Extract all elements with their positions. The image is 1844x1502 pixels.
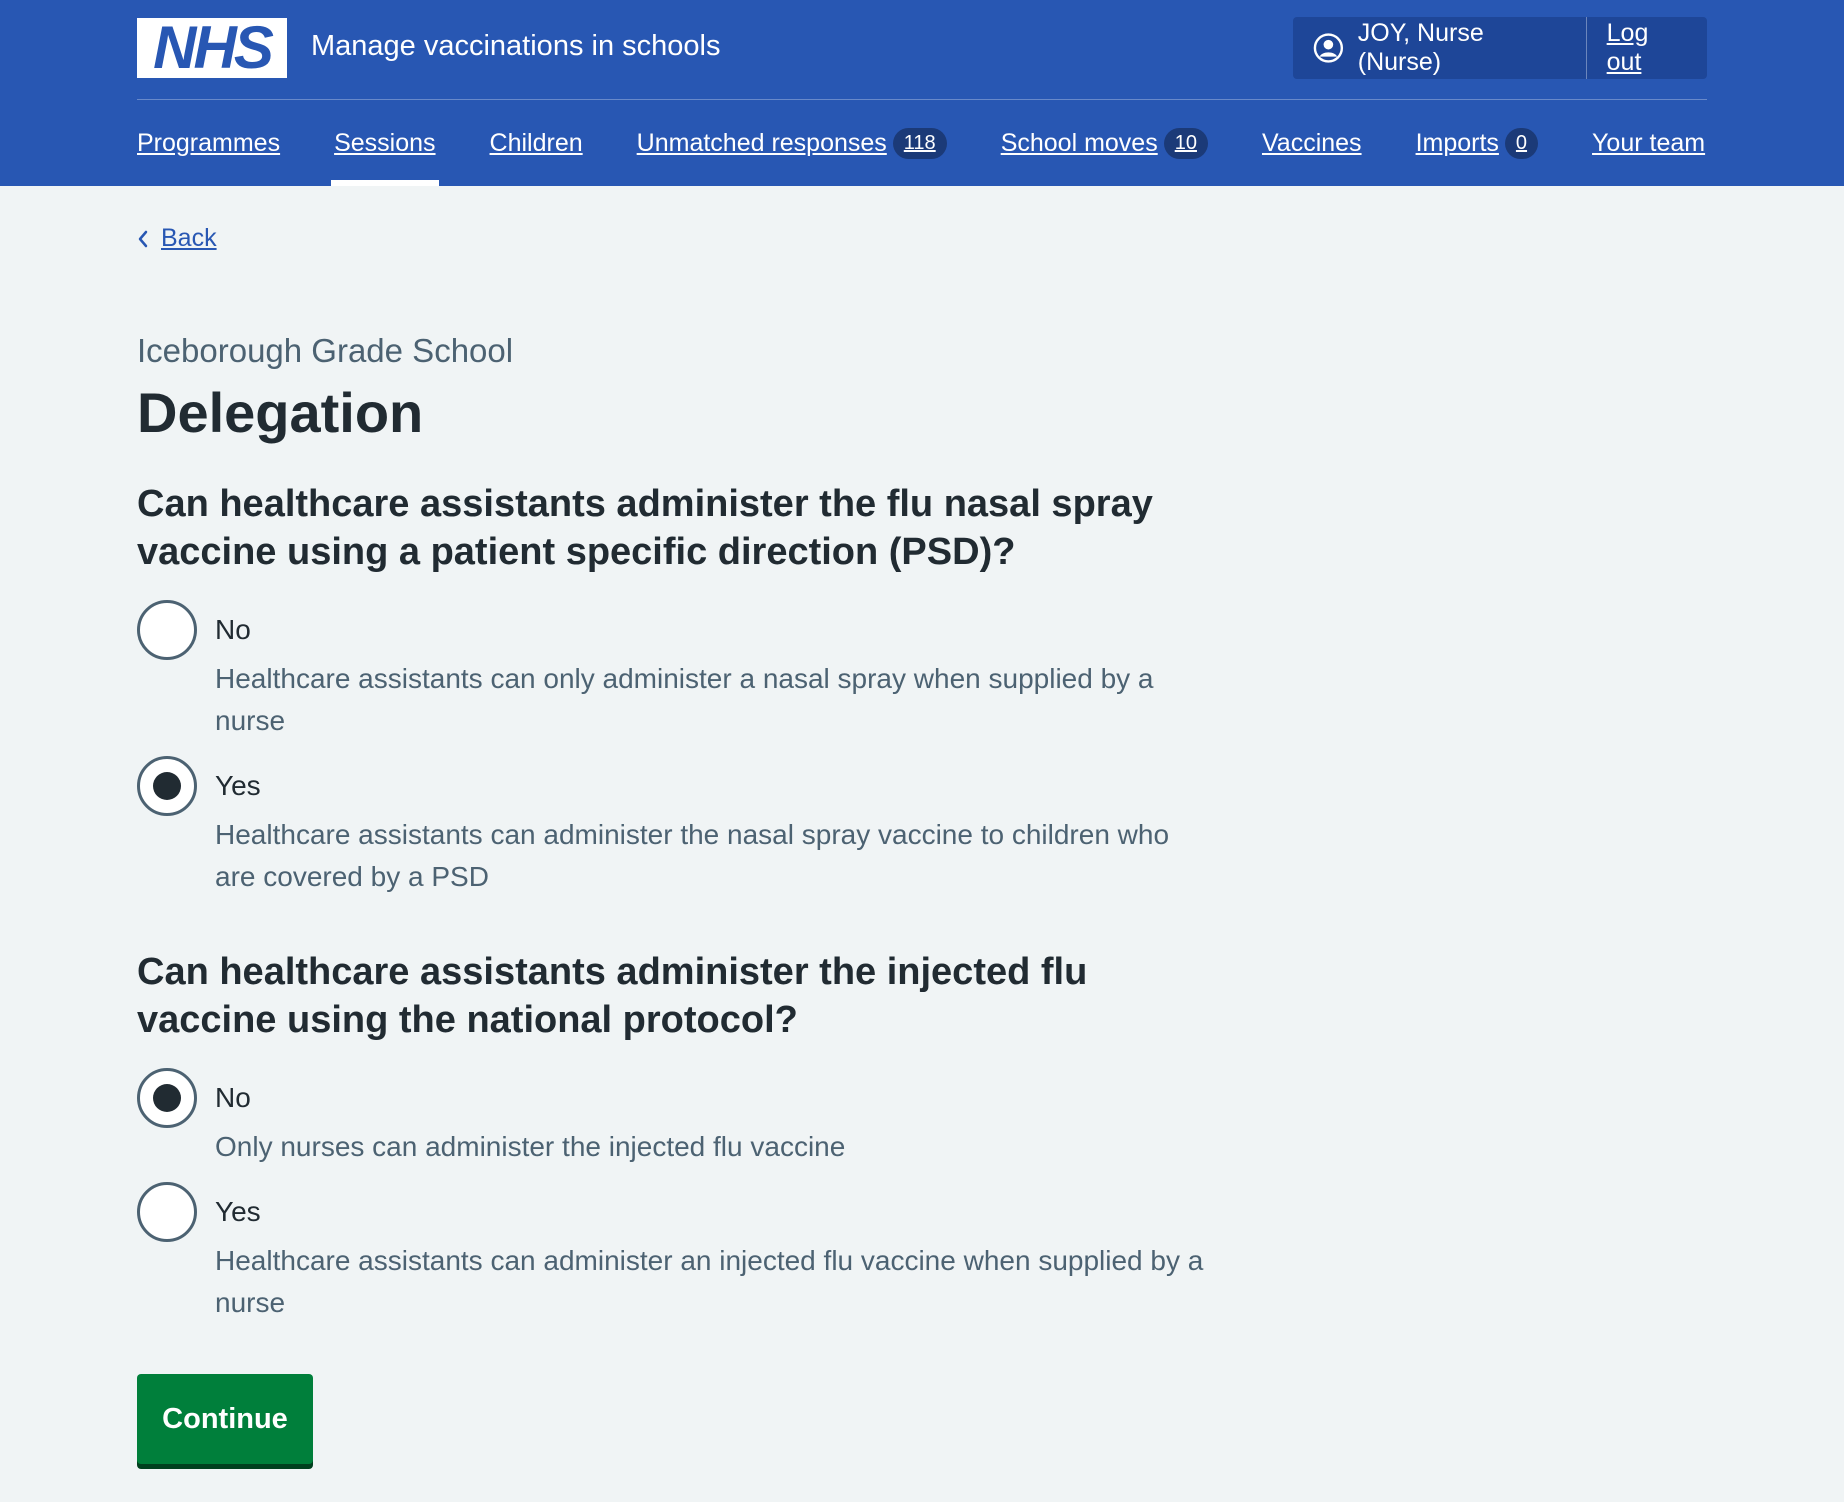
chevron-left-icon	[138, 230, 148, 247]
nav-item-school-moves-label: School moves	[1000, 128, 1158, 157]
primary-navigation: Programmes Sessions Children Unmatched r…	[137, 100, 1759, 186]
user-icon	[1313, 33, 1344, 63]
injected-flu-no-hint: Only nurses can administer the injected …	[215, 1131, 846, 1162]
nav-item-sessions[interactable]: Sessions	[331, 100, 440, 186]
injected-flu-question: Can healthcare assistants administer the…	[137, 948, 1237, 1318]
page-title: Delegation	[137, 381, 424, 444]
school-caption: Iceborough Grade School	[137, 332, 514, 369]
unmatched-responses-count-badge: 118	[892, 127, 947, 159]
nasal-spray-no-hint: Healthcare assistants can only administe…	[215, 663, 1154, 736]
nav-item-children[interactable]: Children	[490, 100, 583, 186]
nasal-spray-yes-radio[interactable]	[137, 756, 197, 816]
nav-item-school-moves[interactable]: School moves 10	[1001, 100, 1208, 186]
site-header: NHS Manage vaccinations in schools JOY, …	[0, 0, 1844, 186]
service-name[interactable]: Manage vaccinations in schools	[311, 30, 720, 63]
imports-count-badge: 0	[1504, 127, 1539, 159]
school-moves-count-badge: 10	[1163, 127, 1208, 159]
injected-flu-no-label[interactable]: No	[215, 1082, 251, 1114]
nav-item-programmes[interactable]: Programmes	[137, 100, 280, 186]
nav-item-imports[interactable]: Imports 0	[1415, 100, 1539, 186]
injected-flu-question-legend: Can healthcare assistants administer the…	[137, 951, 1088, 1041]
user-name: JOY, Nurse (Nurse)	[1357, 19, 1484, 76]
injected-flu-yes-hint: Healthcare assistants can administer an …	[215, 1245, 1204, 1318]
nasal-spray-no-radio[interactable]	[137, 600, 197, 660]
nav-item-imports-label: Imports	[1415, 128, 1499, 157]
account-user: JOY, Nurse (Nurse)	[1293, 17, 1587, 79]
nav-item-unmatched-responses[interactable]: Unmatched responses 118	[637, 100, 947, 186]
nav-item-your-team[interactable]: Your team	[1592, 100, 1705, 186]
injected-flu-no-radio[interactable]	[137, 1068, 197, 1128]
back-link-label: Back	[161, 224, 217, 252]
nasal-spray-no-label[interactable]: No	[215, 614, 251, 646]
nasal-spray-yes-label[interactable]: Yes	[215, 770, 261, 802]
injected-flu-yes-radio[interactable]	[137, 1182, 197, 1242]
back-link[interactable]: Back	[137, 224, 217, 253]
logout-link[interactable]: Log out	[1587, 19, 1707, 77]
nhs-logo-text: NHS	[153, 14, 274, 81]
nav-item-unmatched-responses-label: Unmatched responses	[636, 128, 887, 157]
account-panel: JOY, Nurse (Nurse) Log out	[1293, 17, 1707, 79]
nasal-spray-question: Can healthcare assistants administer the…	[137, 480, 1237, 892]
continue-button[interactable]: Continue	[137, 1374, 313, 1464]
nhs-logo[interactable]: NHS	[137, 18, 287, 78]
header-top-bar: NHS Manage vaccinations in schools JOY, …	[137, 0, 1707, 100]
nav-item-vaccines[interactable]: Vaccines	[1262, 100, 1362, 186]
nasal-spray-question-legend: Can healthcare assistants administer the…	[137, 483, 1153, 573]
injected-flu-yes-label[interactable]: Yes	[215, 1196, 261, 1228]
nasal-spray-yes-hint: Healthcare assistants can administer the…	[215, 819, 1170, 892]
